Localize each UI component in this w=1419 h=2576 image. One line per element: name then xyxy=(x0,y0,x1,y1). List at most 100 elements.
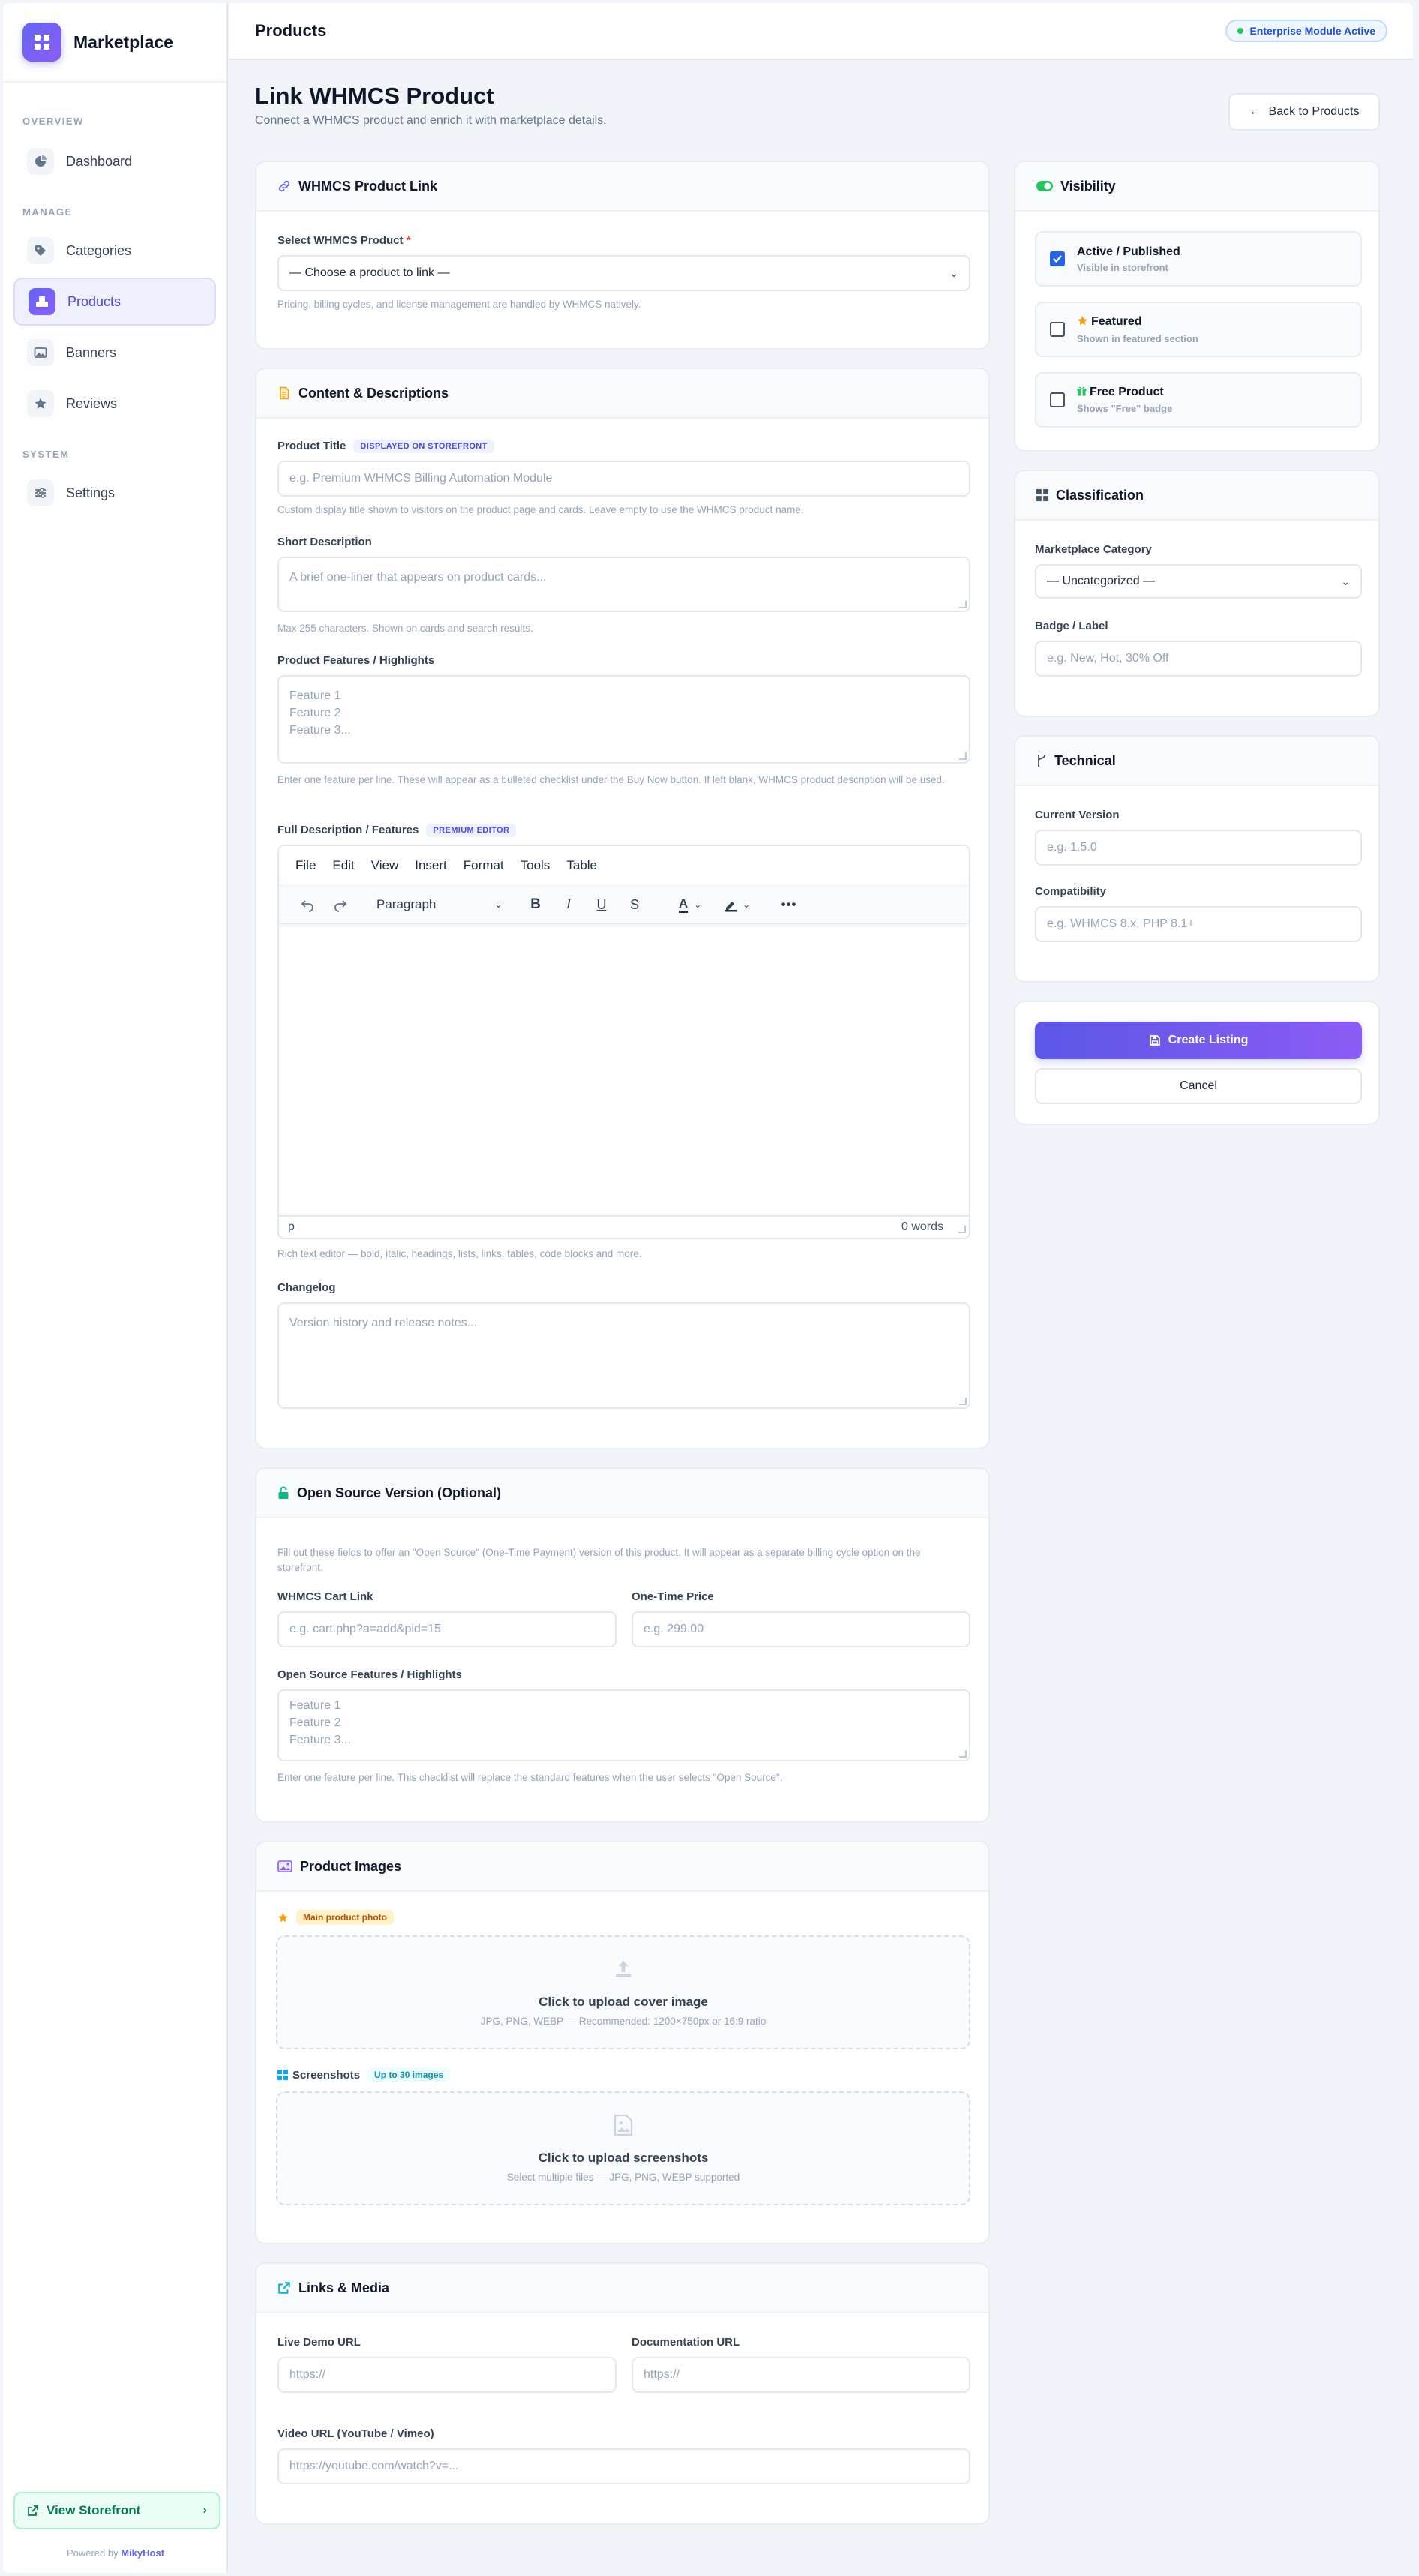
sidebar-item-label: Settings xyxy=(66,485,116,500)
compatibility-input[interactable] xyxy=(1035,906,1362,942)
block-format-select[interactable]: Paragraph ⌄ xyxy=(376,897,502,912)
card-header: Links & Media xyxy=(256,2264,988,2313)
editor-content-area[interactable] xyxy=(279,924,969,1217)
cart-link-input[interactable] xyxy=(278,1611,616,1647)
italic-icon[interactable]: I xyxy=(556,893,580,917)
redo-icon[interactable] xyxy=(328,893,352,917)
chevron-down-icon: ⌄ xyxy=(950,266,958,279)
sidebar-item-dashboard[interactable]: Dashboard xyxy=(14,137,216,185)
underline-icon[interactable]: U xyxy=(590,893,614,917)
create-listing-button[interactable]: Create Listing xyxy=(1035,1022,1362,1059)
cart-link-field[interactable] xyxy=(290,1623,604,1636)
short-description-field[interactable] xyxy=(279,558,969,611)
sidebar-item-reviews[interactable]: Reviews xyxy=(14,380,216,428)
resize-handle-icon[interactable] xyxy=(959,1398,967,1405)
sidebar-item-settings[interactable]: Settings xyxy=(14,469,216,517)
menu-view[interactable]: View xyxy=(371,858,399,873)
oss-features-textarea[interactable] xyxy=(278,1689,970,1761)
oss-features-field[interactable] xyxy=(279,1691,969,1760)
menu-format[interactable]: Format xyxy=(464,858,504,873)
editor-menubar: File Edit View Insert Format Tools Table xyxy=(279,846,969,885)
open-source-card: Open Source Version (Optional) Fill out … xyxy=(255,1467,990,1823)
resize-handle-icon[interactable] xyxy=(959,601,967,608)
resize-handle-icon[interactable] xyxy=(959,752,967,760)
video-url-input[interactable] xyxy=(278,2448,970,2484)
screenshots-upload-dropzone[interactable]: Click to upload screenshots Select multi… xyxy=(276,2091,970,2205)
card-title: WHMCS Product Link xyxy=(298,178,437,194)
free-product-checkbox[interactable] xyxy=(1050,392,1065,407)
label-text: Product Title xyxy=(278,440,346,452)
active-published-option[interactable]: Active / Published Visible in storefront xyxy=(1035,231,1362,287)
bold-icon[interactable]: B xyxy=(524,893,548,917)
link-icon xyxy=(278,179,291,193)
compatibility-field[interactable] xyxy=(1047,917,1350,931)
short-description-textarea[interactable] xyxy=(278,557,970,612)
module-badge-label: Enterprise Module Active xyxy=(1250,25,1376,37)
one-time-price-input[interactable] xyxy=(632,1611,970,1647)
card-header: Open Source Version (Optional) xyxy=(256,1469,988,1518)
undo-icon[interactable] xyxy=(296,893,320,917)
nav-section-system: SYSTEM xyxy=(22,449,70,460)
features-textarea[interactable] xyxy=(278,675,970,764)
current-version-input[interactable] xyxy=(1035,830,1362,866)
changelog-label: Changelog xyxy=(278,1281,336,1294)
highlight-icon[interactable]: ⌄ xyxy=(717,893,756,917)
badge-field[interactable] xyxy=(1047,652,1350,665)
technical-card: Technical Current Version Compatibility xyxy=(1014,735,1380,983)
cancel-button[interactable]: Cancel xyxy=(1035,1068,1362,1104)
brand[interactable]: Marketplace xyxy=(3,3,226,83)
card-title: Visibility xyxy=(1060,178,1116,194)
sidebar-item-banners[interactable]: Banners xyxy=(14,329,216,377)
video-url-field[interactable] xyxy=(290,2460,958,2473)
screenshots-upload-subtitle: Select multiple files — JPG, PNG, WEBP s… xyxy=(506,2172,740,2183)
card-header: Visibility xyxy=(1016,162,1378,212)
docs-url-field[interactable] xyxy=(644,2368,958,2382)
more-options-icon[interactable]: ••• xyxy=(777,893,801,917)
status-dot-icon xyxy=(1238,28,1244,34)
resize-handle-icon[interactable] xyxy=(959,1750,967,1758)
strikethrough-icon[interactable]: S xyxy=(622,893,646,917)
one-time-price-field[interactable] xyxy=(644,1623,958,1636)
card-title: Content & Descriptions xyxy=(298,385,449,401)
menu-tools[interactable]: Tools xyxy=(520,858,550,873)
element-path: p xyxy=(288,1220,295,1233)
menu-insert[interactable]: Insert xyxy=(415,858,447,873)
changelog-field[interactable] xyxy=(279,1304,969,1407)
sidebar-item-products[interactable]: Products xyxy=(14,278,216,326)
features-field[interactable] xyxy=(279,677,969,762)
category-select[interactable]: — Uncategorized — ⌄ xyxy=(1035,564,1362,599)
cover-upload-dropzone[interactable]: Click to upload cover image JPG, PNG, WE… xyxy=(276,1935,970,2049)
badge-input[interactable] xyxy=(1035,641,1362,677)
visibility-card: Visibility Active / Published Visible in … xyxy=(1014,161,1380,452)
select-value: — Uncategorized — xyxy=(1047,575,1156,587)
demo-url-field[interactable] xyxy=(290,2368,604,2382)
product-title-field[interactable] xyxy=(290,472,958,485)
free-product-option[interactable]: Free Product Shows "Free" badge xyxy=(1035,372,1362,428)
menu-edit[interactable]: Edit xyxy=(332,858,354,873)
active-published-checkbox[interactable] xyxy=(1050,251,1065,266)
powered-brand[interactable]: MikyHost xyxy=(121,2547,164,2559)
text-color-icon[interactable]: A ⌄ xyxy=(672,893,708,917)
features-hint: Enter one feature per line. These will a… xyxy=(278,774,945,785)
resize-handle-icon[interactable] xyxy=(958,1226,966,1233)
docs-url-input[interactable] xyxy=(632,2357,970,2393)
menu-table[interactable]: Table xyxy=(566,858,597,873)
featured-option[interactable]: Featured Shown in featured section xyxy=(1035,302,1362,357)
demo-url-input[interactable] xyxy=(278,2357,616,2393)
menu-file[interactable]: File xyxy=(296,858,316,873)
current-version-field[interactable] xyxy=(1047,841,1350,854)
category-label: Marketplace Category xyxy=(1035,543,1152,556)
view-storefront-button[interactable]: View Storefront › xyxy=(14,2492,220,2529)
sidebar-item-categories[interactable]: Categories xyxy=(14,227,216,275)
back-to-products-button[interactable]: ← Back to Products xyxy=(1228,93,1380,131)
featured-checkbox[interactable] xyxy=(1050,322,1065,337)
document-icon xyxy=(278,386,291,400)
create-listing-label: Create Listing xyxy=(1168,1034,1249,1046)
images-icon xyxy=(278,1860,292,1873)
sidebar-item-label: Dashboard xyxy=(66,153,133,169)
whmcs-product-select[interactable]: — Choose a product to link — ⌄ xyxy=(278,255,970,291)
product-title-input[interactable] xyxy=(278,461,970,497)
changelog-textarea[interactable] xyxy=(278,1302,970,1409)
storefront-tag: DISPLAYED ON STOREFRONT xyxy=(353,440,494,454)
card-header: Classification xyxy=(1016,471,1378,521)
